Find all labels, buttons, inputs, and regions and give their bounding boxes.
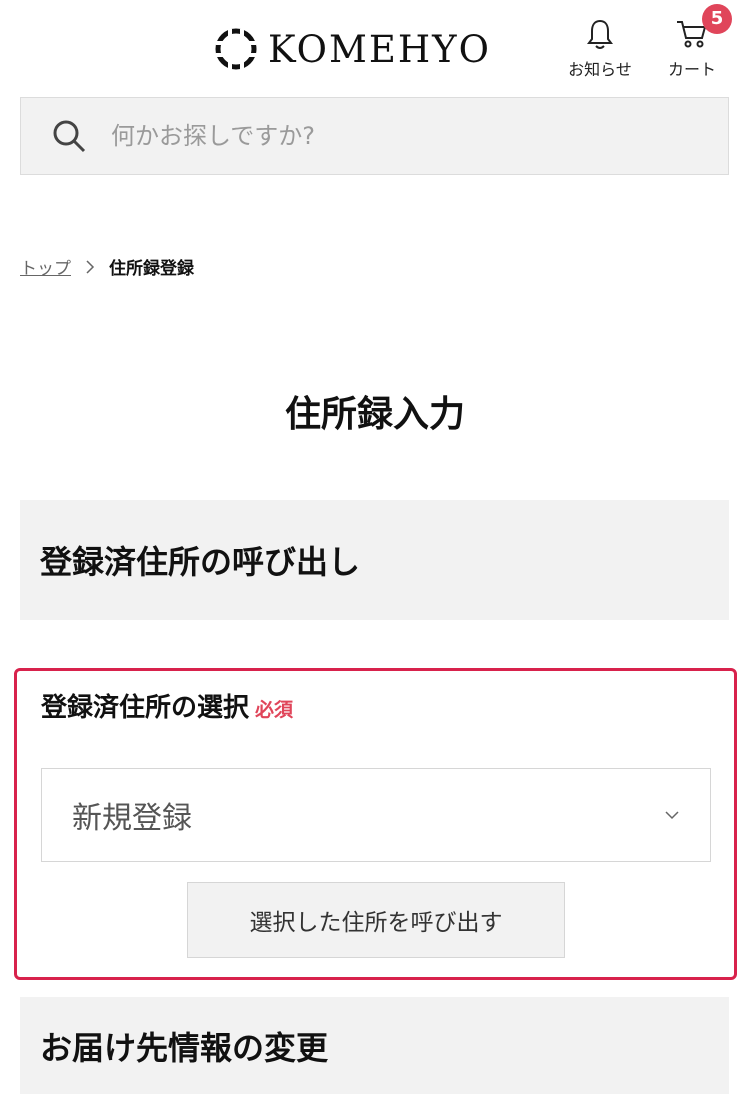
breadcrumb-home-link[interactable]: トップ — [20, 254, 71, 279]
breadcrumb-current: 住所録登録 — [109, 259, 194, 279]
address-select-label: 登録済住所の選択 — [41, 693, 250, 723]
search-input[interactable] — [111, 122, 671, 150]
address-select-label-row: 登録済住所の選択 必須 — [41, 687, 293, 724]
recall-address-section-header: 登録済住所の呼び出し — [20, 500, 729, 620]
dropdown-selected-value: 新規登録 — [72, 801, 192, 836]
cart-button[interactable]: 5 カート — [652, 4, 732, 88]
chevron-right-icon — [86, 259, 95, 274]
cart-label: カート — [667, 60, 716, 79]
logo-text: KOMEHYO — [268, 27, 491, 71]
notifications-label: お知らせ — [568, 60, 632, 79]
recall-address-button[interactable]: 選択した住所を呼び出す — [187, 882, 565, 958]
chevron-down-icon — [665, 811, 679, 820]
site-header: KOMEHYO お知らせ 5 カート — [0, 0, 750, 95]
required-badge: 必須 — [255, 699, 294, 721]
komehyo-logo-mark-icon — [215, 28, 257, 70]
bell-icon — [587, 19, 613, 49]
address-select-dropdown[interactable]: 新規登録 — [41, 768, 711, 862]
breadcrumb: トップ 住所録登録 — [20, 254, 194, 279]
komehyo-logo[interactable]: KOMEHYO — [214, 27, 491, 71]
search-icon[interactable] — [51, 118, 87, 154]
notifications-button[interactable]: お知らせ — [560, 18, 640, 88]
address-select-panel: 登録済住所の選択 必須 新規登録 選択した住所を呼び出す — [14, 668, 737, 980]
cart-count-badge: 5 — [702, 4, 732, 34]
page-title: 住所録入力 — [284, 394, 465, 435]
delivery-info-section-header: お届け先情報の変更 — [20, 997, 729, 1094]
search-bar — [20, 97, 729, 175]
